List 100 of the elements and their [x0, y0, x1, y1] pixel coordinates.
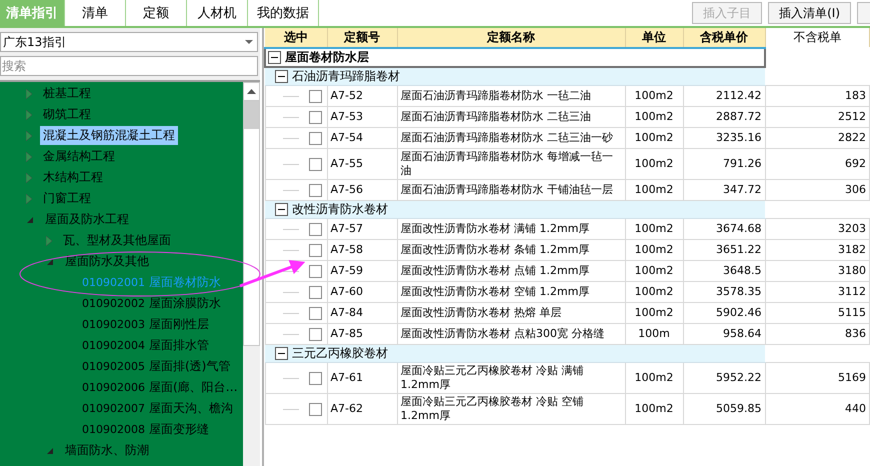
table-cell: 屋面冷贴三元乙丙橡胶卷材 冷贴 空铺 1.2mm厚 — [397, 394, 625, 424]
row-checkbox[interactable] — [308, 244, 322, 256]
row-checkbox[interactable] — [308, 264, 322, 278]
table-cell: 836 — [765, 324, 870, 344]
collapsed-triangle-icon[interactable] — [26, 152, 32, 162]
table-cell: A7-84 — [327, 302, 397, 324]
collapsed-triangle-icon[interactable] — [26, 172, 32, 182]
table-cell: 2822 — [765, 128, 870, 148]
tree-item[interactable]: 屋面涂膜防水 — [146, 294, 224, 313]
collapse-toggle[interactable] — [268, 51, 281, 64]
item-code[interactable]: 010902004 — [82, 339, 146, 352]
collapsed-triangle-icon[interactable] — [46, 236, 52, 246]
search-field[interactable]: 搜索 — [0, 56, 258, 76]
collapse-toggle[interactable] — [275, 347, 288, 360]
tree-item[interactable]: 金属结构工程 — [40, 147, 118, 166]
row-checkbox[interactable] — [308, 158, 322, 170]
dropdown-caret-icon[interactable] — [245, 40, 253, 44]
tree-item[interactable]: 木结构工程 — [40, 168, 106, 187]
item-code[interactable]: 010902002 — [82, 297, 146, 310]
tree-item[interactable]: 屋面及防水工程 — [42, 210, 132, 229]
row-checkbox[interactable] — [308, 328, 322, 340]
table-cell: 100m2 — [625, 128, 683, 148]
table-cell: A7-52 — [327, 86, 397, 106]
collapsed-triangle-icon[interactable] — [26, 194, 32, 204]
expanded-triangle-icon[interactable] — [46, 258, 54, 266]
subgroup-row[interactable]: 三元乙丙橡胶卷材 — [265, 344, 765, 362]
table-cell: A7-60 — [327, 282, 397, 302]
table-cell: 100m2 — [625, 218, 683, 240]
expanded-triangle-icon[interactable] — [26, 216, 34, 224]
scrollbar-thumb[interactable] — [244, 101, 259, 129]
scroll-up-icon[interactable] — [247, 89, 256, 94]
tree-item[interactable]: 屋面排(透)气管 — [146, 357, 234, 376]
column-header[interactable]: 选中 — [265, 28, 327, 48]
table-cell: 3674.68 — [683, 218, 765, 240]
row-checkbox[interactable] — [308, 306, 322, 320]
collapsed-triangle-icon[interactable] — [26, 88, 32, 98]
row-checkbox[interactable] — [308, 110, 322, 124]
item-code[interactable]: 010902006 — [82, 381, 146, 394]
collapsed-triangle-icon[interactable] — [26, 110, 32, 120]
scrollbar[interactable] — [243, 82, 260, 346]
subgroup-title: 改性沥青防水卷材 — [292, 201, 388, 218]
collapse-toggle[interactable] — [275, 70, 288, 83]
item-code[interactable]: 010902008 — [82, 423, 146, 436]
tree-item[interactable]: 砌筑工程 — [40, 105, 94, 124]
tree-item[interactable]: 屋面天沟、檐沟 — [146, 399, 236, 418]
column-header[interactable]: 不含税单 — [765, 28, 870, 48]
column-header[interactable]: 定额号 — [327, 28, 397, 48]
table-cell: 5115 — [765, 302, 870, 324]
column-header[interactable]: 定额名称 — [397, 28, 625, 48]
collapse-toggle[interactable] — [275, 203, 288, 216]
table-cell: 100m2 — [625, 86, 683, 106]
table-cell: 692 — [765, 148, 870, 180]
table-cell: A7-55 — [327, 148, 397, 180]
tree-item[interactable]: 屋面刚性层 — [146, 315, 212, 334]
table-cell: 屋面石油沥青玛蹄脂卷材防水 一毡二油 — [397, 86, 625, 106]
subgroup-row[interactable]: 改性沥青防水卷材 — [265, 200, 765, 218]
item-code[interactable]: 010902005 — [82, 360, 146, 373]
table-cell: 100m2 — [625, 240, 683, 260]
column-header[interactable]: 含税单价 — [683, 28, 765, 48]
toolbar-button[interactable] — [857, 2, 870, 24]
table-cell: 100m2 — [625, 394, 683, 424]
table-cell: 791.26 — [683, 148, 765, 180]
tree-item[interactable]: 瓦、型材及其他屋面 — [60, 231, 174, 250]
subgroup-title: 石油沥青玛蹄脂卷材 — [292, 68, 400, 85]
table-cell: 3182 — [765, 240, 870, 260]
tree-item[interactable]: 屋面(廊、阳台… — [146, 378, 241, 397]
tree-item[interactable]: 门窗工程 — [40, 189, 94, 208]
row-checkbox[interactable] — [308, 222, 322, 236]
table-cell: 100m2 — [625, 106, 683, 128]
toolbar-button[interactable]: 插入清单(I) — [768, 2, 851, 24]
row-checkbox[interactable] — [308, 184, 322, 196]
tree-item[interactable]: 墙面防水、防潮 — [62, 441, 152, 460]
table-cell: 屋面改性沥青防水卷材 热熔 单层 — [397, 302, 625, 324]
row-checkbox[interactable] — [308, 90, 322, 102]
table-cell: 100m2 — [625, 362, 683, 394]
collapsed-triangle-icon[interactable] — [26, 130, 32, 140]
table-cell: 100m2 — [625, 260, 683, 282]
table-cell: 3203 — [765, 218, 870, 240]
column-header[interactable]: 单位 — [625, 28, 683, 48]
table-cell: 3648.5 — [683, 260, 765, 282]
table-cell: A7-53 — [327, 106, 397, 128]
row-checkbox[interactable] — [308, 132, 322, 144]
expanded-triangle-icon[interactable] — [46, 446, 54, 454]
table-cell: 5059.85 — [683, 394, 765, 424]
row-checkbox[interactable] — [308, 372, 322, 384]
tree-item[interactable]: 桩基工程 — [40, 84, 94, 103]
tree-item[interactable]: 屋面变形缝 — [146, 420, 212, 439]
row-checkbox[interactable] — [308, 402, 322, 416]
guide-dropdown[interactable]: 广东13指引 — [0, 32, 258, 52]
table-cell: 3651.22 — [683, 240, 765, 260]
subgroup-row[interactable]: 石油沥青玛蹄脂卷材 — [265, 67, 765, 86]
table-cell: 屋面改性沥青防水卷材 满铺 1.2mm厚 — [397, 218, 625, 240]
tab[interactable]: 清单指引 — [0, 0, 65, 26]
tree-item[interactable]: 混凝土及钢筋混凝土工程 — [40, 126, 178, 145]
table-cell: 306 — [765, 180, 870, 200]
item-code[interactable]: 010902007 — [82, 402, 146, 415]
item-code[interactable]: 010902003 — [82, 318, 146, 331]
row-checkbox[interactable] — [308, 286, 322, 298]
table-cell: 2112.42 — [683, 86, 765, 106]
tree-item[interactable]: 屋面排水管 — [146, 336, 212, 355]
